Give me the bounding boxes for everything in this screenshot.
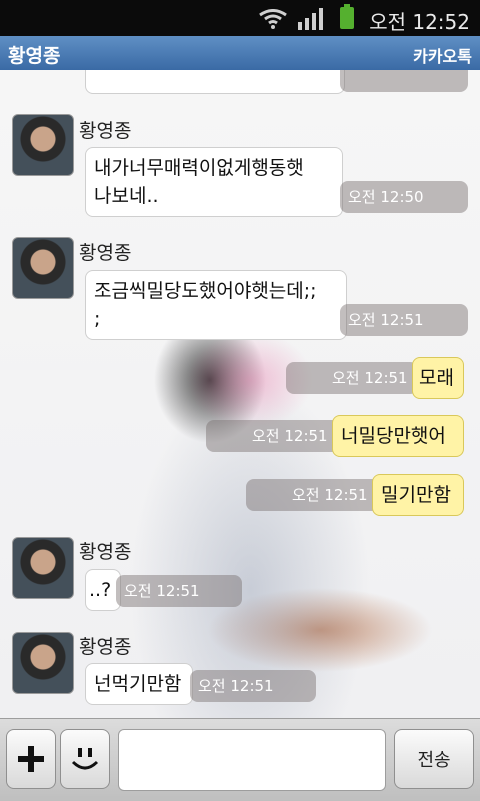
message-bubble[interactable]: 조금씩밀당도했어야햇는데;; ; [85,270,347,340]
message-text: ..? [89,579,112,601]
sender-name: 황영종 [79,120,132,142]
send-label: 전송 [417,750,451,771]
app-name: 카카오톡 [413,47,472,66]
message-time: 오전 12:50 [340,181,468,213]
plus-icon [18,746,44,772]
previous-message-time [340,70,468,92]
sender-name: 황영종 [79,636,132,658]
message-time: 오전 12:51 [286,362,418,394]
chat-title-bar: 황영종 카카오톡 [0,36,480,71]
message-text: 나보네.. [94,185,159,207]
emoticon-icon [71,748,99,770]
composer-bar: 전송 [0,718,480,801]
message-text: ; [94,308,101,330]
avatar[interactable] [12,632,74,694]
attach-button[interactable] [6,729,56,789]
avatar[interactable] [12,114,74,176]
message-text: 너밀당만햇어 [341,425,446,447]
status-bar: 오전 12:52 [0,0,480,36]
my-message-bubble[interactable]: 너밀당만햇어 [332,415,464,457]
message-text: 밀기만함 [381,484,451,506]
message-text: 넌먹기만함 [94,673,182,695]
battery-icon [340,4,354,29]
emoticon-button[interactable] [60,729,110,789]
message-text: 모래 [419,367,454,389]
wifi-icon [258,9,288,33]
chat-partner-name: 황영종 [8,45,61,67]
message-bubble[interactable]: 넌먹기만함 [85,663,193,705]
message-time: 오전 12:51 [116,575,242,607]
chat-message-list[interactable]: 황영종 내가너무매력이없게행동햇 나보네.. 오전 12:50 황영종 조금씩밀… [0,70,480,718]
message-time: 오전 12:51 [190,670,316,702]
message-bubble[interactable]: 내가너무매력이없게행동햇 나보네.. [85,147,343,217]
my-message-bubble[interactable]: 모래 [412,357,464,399]
message-time: 오전 12:51 [206,420,340,452]
message-text: 내가너무매력이없게행동햇 [94,157,304,179]
send-button[interactable]: 전송 [394,729,474,789]
avatar[interactable] [12,537,74,599]
sender-name: 황영종 [79,242,132,264]
status-time: 오전 12:52 [369,10,470,34]
message-time: 오전 12:51 [246,479,380,511]
previous-message-bubble [85,70,345,94]
signal-icon [298,8,324,34]
message-time: 오전 12:51 [340,304,468,336]
my-message-bubble[interactable]: 밀기만함 [372,474,464,516]
sender-name: 황영종 [79,541,132,563]
message-text: 조금씩밀당도했어야햇는데;; [94,280,317,302]
message-input[interactable] [118,729,386,791]
avatar[interactable] [12,237,74,299]
